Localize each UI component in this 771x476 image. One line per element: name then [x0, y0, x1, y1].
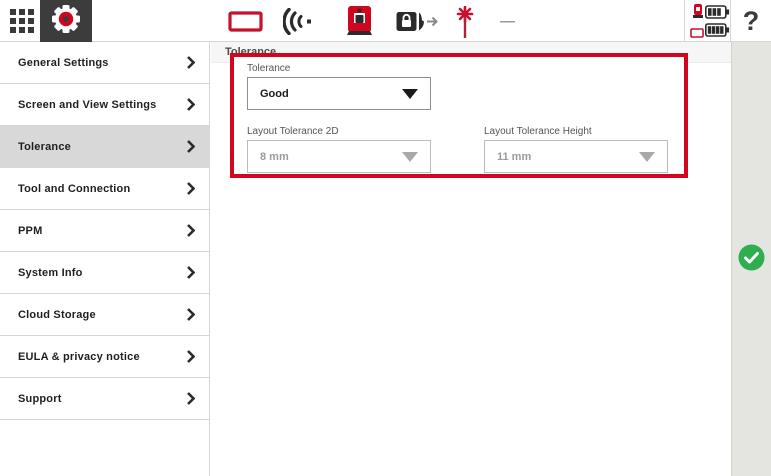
sidebar-item-label: System Info	[18, 267, 187, 279]
sidebar-item-label: Screen and View Settings	[18, 99, 187, 111]
help-button[interactable]: ?	[731, 0, 771, 42]
chevron-down-icon	[639, 152, 655, 162]
tolerance-dropdown[interactable]: Good	[247, 77, 431, 110]
sidebar-item-label: Support	[18, 393, 187, 405]
settings-screen: —	[0, 0, 771, 476]
screen-icon[interactable]	[228, 11, 263, 37]
sidebar-item-label: Tool and Connection	[18, 183, 187, 195]
total-station-mini-icon	[693, 4, 703, 24]
settings-tab[interactable]	[40, 0, 92, 42]
sidebar-item-cloud-storage[interactable]: Cloud Storage	[0, 294, 209, 336]
minimized-tool-slot: —	[500, 13, 520, 30]
radio-waves-icon[interactable]	[283, 8, 315, 40]
sidebar-item-label: Cloud Storage	[18, 309, 187, 321]
controller-battery-icon	[705, 5, 730, 24]
sidebar-item-tool-and-connection[interactable]: Tool and Connection	[0, 168, 209, 210]
layout-tolerance-2d-field: Layout Tolerance 2D 8 mm	[247, 126, 431, 173]
tolerance-field-label: Tolerance	[247, 63, 431, 74]
total-station-icon[interactable]	[345, 6, 374, 42]
sidebar-item-eula-privacy-notice[interactable]: EULA & privacy notice	[0, 336, 209, 378]
sidebar-item-label: EULA & privacy notice	[18, 351, 187, 363]
sidebar-item-general-settings[interactable]: General Settings	[0, 42, 209, 84]
layout-tolerance-2d-dropdown[interactable]: 8 mm	[247, 140, 431, 173]
question-mark-icon: ?	[743, 6, 760, 37]
layout-tolerance-2d-label: Layout Tolerance 2D	[247, 126, 431, 137]
tolerance-panel: Tolerance Tolerance Good Layout Toleranc…	[211, 42, 731, 476]
chevron-right-icon	[187, 350, 195, 363]
right-status-strip	[731, 42, 771, 476]
layout-tolerance-height-value: 11 mm	[497, 151, 639, 163]
tablet-mini-icon	[690, 25, 704, 43]
layout-tolerance-2d-value: 8 mm	[260, 151, 402, 163]
tolerance-highlight-box: Tolerance Good Layout Tolerance 2D 8 mm …	[230, 53, 688, 178]
layout-tolerance-height-dropdown[interactable]: 11 mm	[484, 140, 668, 173]
chevron-down-icon	[402, 152, 418, 162]
layout-tolerance-height-label: Layout Tolerance Height	[484, 126, 668, 137]
chevron-right-icon	[187, 98, 195, 111]
chevron-right-icon	[187, 308, 195, 321]
sidebar-item-screen-and-view-settings[interactable]: Screen and View Settings	[0, 84, 209, 126]
chevron-down-icon	[402, 89, 418, 99]
layout-tolerance-height-field: Layout Tolerance Height 11 mm	[484, 126, 668, 173]
tablet-battery-icon	[705, 23, 730, 42]
chevron-right-icon	[187, 392, 195, 405]
sidebar-item-label: General Settings	[18, 57, 187, 69]
sidebar-item-ppm[interactable]: PPM	[0, 210, 209, 252]
gear-icon	[50, 3, 82, 40]
sidebar-item-label: Tolerance	[18, 141, 187, 153]
tolerance-dropdown-value: Good	[260, 88, 402, 100]
sidebar-item-tolerance[interactable]: Tolerance	[0, 126, 209, 168]
sidebar-item-support[interactable]: Support	[0, 378, 209, 420]
settings-sidebar: General Settings Screen and View Setting…	[0, 42, 210, 476]
success-check-icon[interactable]	[738, 244, 765, 271]
sidebar-item-system-info[interactable]: System Info	[0, 252, 209, 294]
tolerance-field: Tolerance Good	[247, 63, 431, 110]
camera-lock-icon[interactable]	[396, 11, 438, 37]
sidebar-item-label: PPM	[18, 225, 187, 237]
grid-icon[interactable]	[10, 9, 34, 33]
top-toolbar: —	[0, 0, 771, 42]
battery-status-panel[interactable]	[684, 0, 731, 42]
laser-pointer-icon[interactable]	[453, 6, 477, 44]
chevron-right-icon	[187, 182, 195, 195]
chevron-right-icon	[187, 224, 195, 237]
chevron-right-icon	[187, 140, 195, 153]
chevron-right-icon	[187, 266, 195, 279]
chevron-right-icon	[187, 56, 195, 69]
